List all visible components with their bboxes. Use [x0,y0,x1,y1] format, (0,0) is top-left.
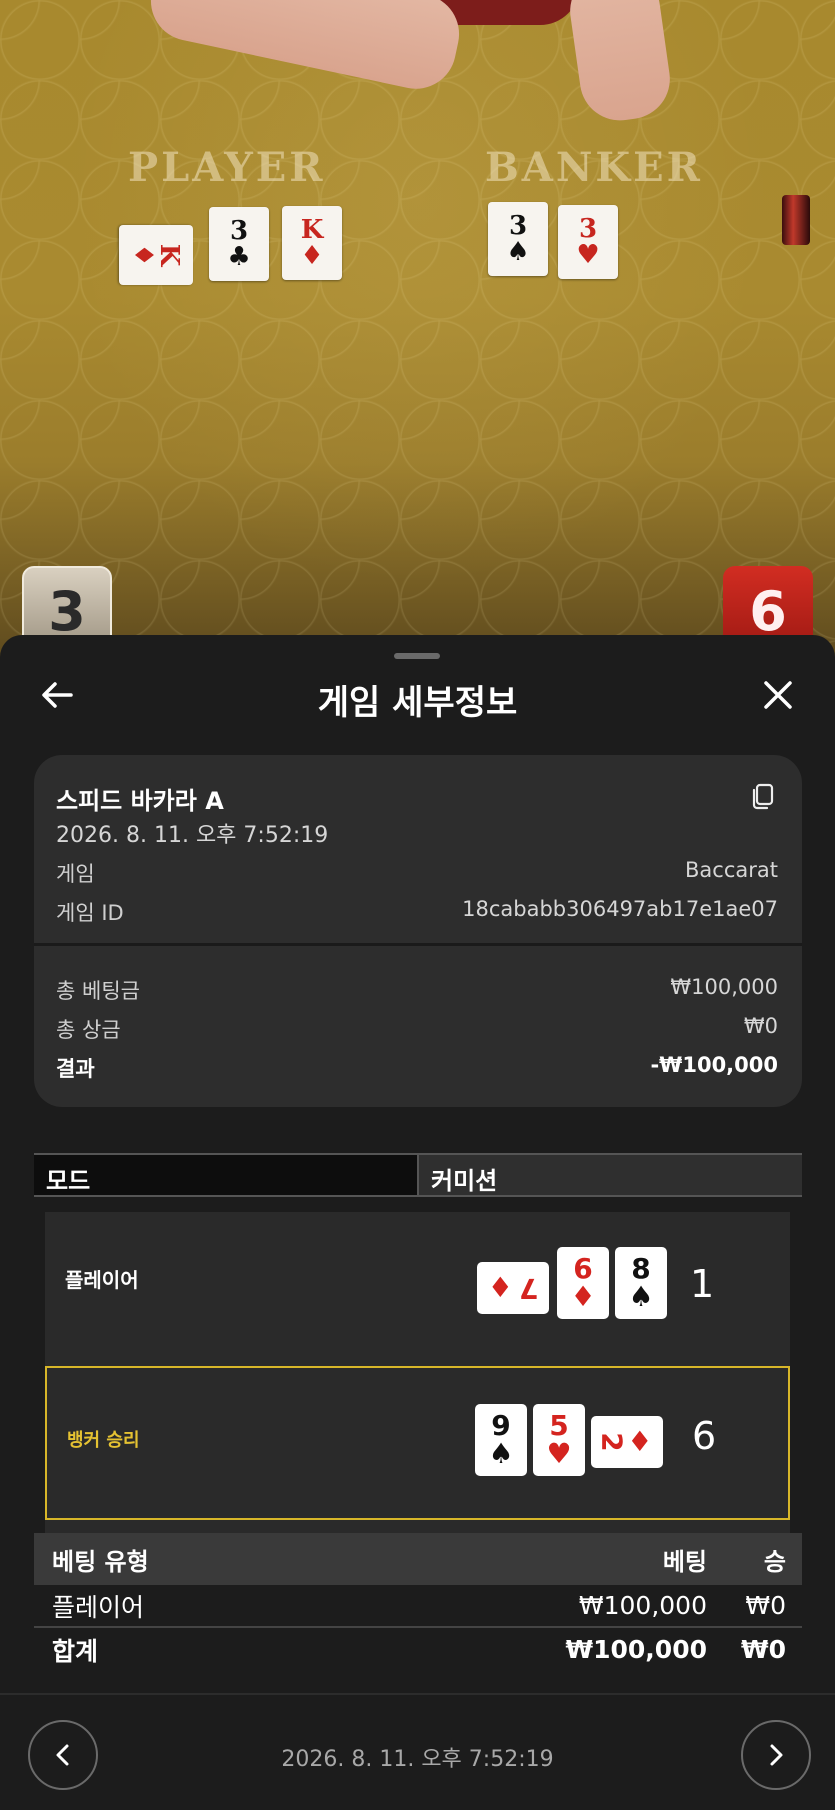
result-row: 결과 -₩100,000 [56,1053,778,1083]
table-banker-card-1: 3 ♠ [488,202,548,276]
total-win-label: 총 상금 [56,1018,121,1042]
player-card-2: 6 ♦ [557,1247,609,1319]
player-zone-label: PLAYER [128,144,326,191]
game-value: Baccarat [685,858,778,882]
felt-pattern [0,0,835,660]
tab-commission[interactable]: 커미션 [417,1155,802,1195]
total-bet-label: 총 베팅금 [56,979,140,1003]
bet-amount-header: 베팅 [662,1547,707,1576]
banker-hand-row: 뱅커 승리 9 ♠ 5 ♥ 2 ♦ 6 [45,1366,790,1520]
bets-table: 베팅 유형 베팅 승 플레이어 ₩100,000 ₩0 합계 ₩100,000 … [34,1533,802,1671]
total-bet-value: ₩100,000 [670,975,778,999]
banker-card-1: 9 ♠ [475,1404,527,1476]
game-info-card: 스피드 바카라 A 2026. 8. 11. 오후 7:52:19 게임 Bac… [34,755,802,1107]
table-player-card-1: K ♦ [119,225,193,285]
player-hand-score: 1 [690,1262,715,1306]
player-card-3: 8 ♠ [615,1247,667,1319]
table-player-card-3: K ♦ [282,206,342,280]
bet-type-header: 베팅 유형 [52,1547,149,1576]
game-label: 게임 [56,862,95,886]
table-player-card-2: 3 ♣ [209,207,269,281]
live-table-video: PLAYER BANKER K ♦ 3 ♣ K ♦ 3 ♠ 3 ♥ 3 6 [0,0,835,660]
info-divider [34,943,802,946]
sheet-title: 게임 세부정보 [317,683,518,723]
banker-card-2: 5 ♥ [533,1404,585,1476]
bet-win-cell: ₩0 [745,1591,786,1620]
copy-button[interactable] [748,781,778,811]
total-bet-cell: ₩100,000 [565,1635,707,1664]
next-round-button[interactable] [741,1720,811,1790]
player-hand-label: 플레이어 [65,1268,139,1292]
banker-card-3: 2 ♦ [591,1416,663,1468]
result-value: -₩100,000 [650,1053,778,1077]
game-details-sheet: 게임 세부정보 스피드 바카라 A 2026. 8. 11. 오후 7:52:1… [0,635,835,1810]
banker-hand-score: 6 [692,1414,717,1458]
bet-type-cell: 플레이어 [52,1592,145,1622]
player-card-1: ♦ 7 [477,1262,549,1314]
banker-hand-label: 뱅커 승리 [67,1430,140,1451]
bet-amount-cell: ₩100,000 [578,1591,707,1620]
total-bet-row: 총 베팅금 ₩100,000 [56,975,778,1005]
bet-win-header: 승 [763,1547,786,1576]
sheet-grabber[interactable] [394,653,440,659]
game-id-value[interactable]: 18cababb306497ab17e1ae07 [462,897,778,927]
player-hand-row: 플레이어 ♦ 7 6 ♦ 8 ♠ 1 [45,1212,790,1366]
view-tabs: 모드 커미션 [34,1153,802,1197]
footer-divider [0,1693,835,1695]
footer-round-date: 2026. 8. 11. 오후 7:52:19 [281,1747,554,1772]
bets-table-header: 베팅 유형 베팅 승 [34,1533,802,1585]
table-row: 플레이어 ₩100,000 ₩0 [34,1585,802,1628]
close-button[interactable] [756,673,800,717]
tab-mode[interactable]: 모드 [34,1155,417,1195]
game-row: 게임 Baccarat [56,858,778,888]
table-banker-card-2: 3 ♥ [558,205,618,279]
round-result-panel: 플레이어 ♦ 7 6 ♦ 8 ♠ 1 뱅커 승리 9 ♠ 5 ♥ 2 ♦ 6 [45,1212,790,1559]
bets-total-row: 합계 ₩100,000 ₩0 [34,1628,802,1671]
copy-icon [752,783,774,810]
chip-stack [782,195,810,245]
total-win-value: ₩0 [743,1014,778,1038]
game-id-row: 게임 ID 18cababb306497ab17e1ae07 [56,897,778,927]
game-id-label: 게임 ID [56,901,124,925]
chevron-right-icon [770,1744,783,1766]
result-label: 결과 [56,1057,95,1081]
banker-zone-label: BANKER [485,144,703,191]
close-icon [764,681,792,709]
total-win-cell: ₩0 [741,1635,786,1664]
total-type-cell: 합계 [52,1636,99,1666]
game-timestamp: 2026. 8. 11. 오후 7:52:19 [56,823,329,848]
game-name: 스피드 바카라 A [56,787,224,815]
total-win-row: 총 상금 ₩0 [56,1014,778,1044]
